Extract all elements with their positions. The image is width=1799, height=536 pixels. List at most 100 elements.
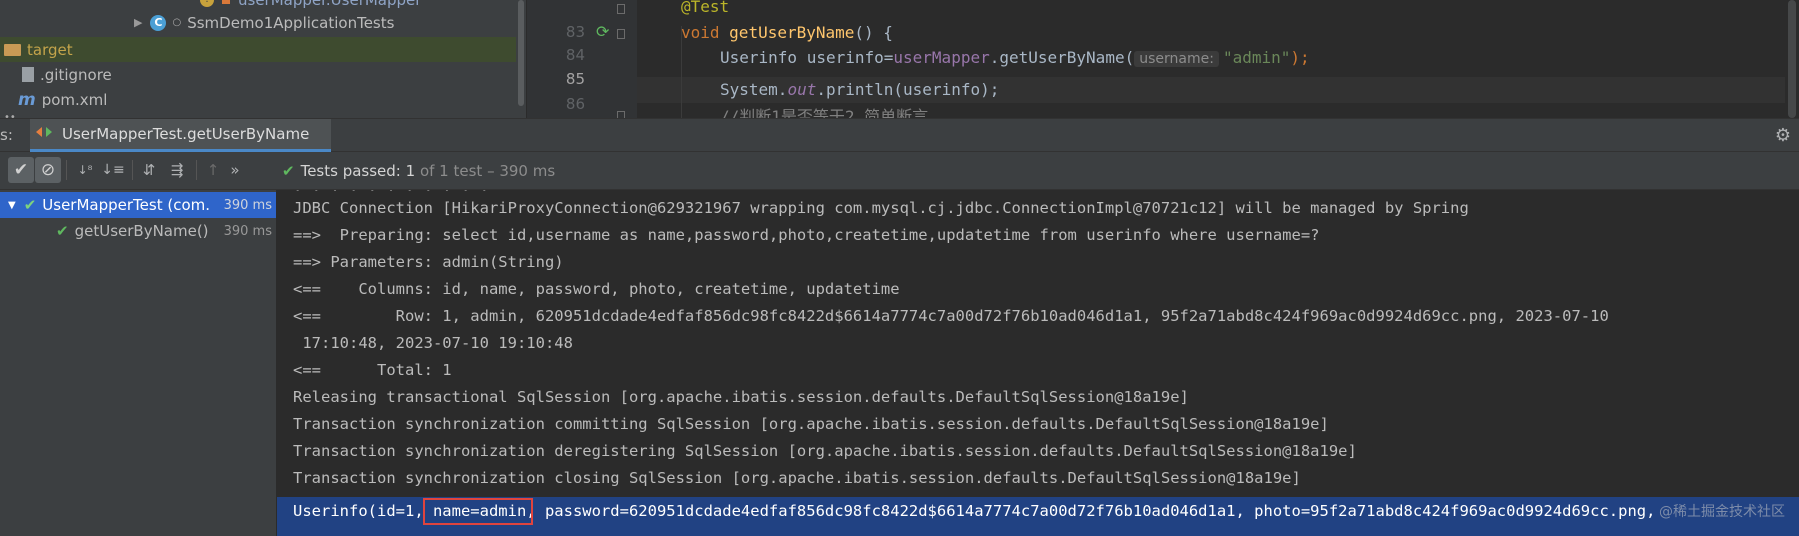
check-icon: ✔ [13, 160, 29, 180]
code-line-86: //判断1是否等于2 简单断言 [720, 104, 928, 118]
chevron-down-icon[interactable]: ▼ [8, 200, 16, 211]
code-text: System. [720, 80, 788, 99]
arrow-up-icon: ↑ [206, 161, 220, 179]
test-results-tree: ▼ ✔ UserMapperTest (com. 390 ms ✔ getUse… [0, 190, 276, 536]
chevron-right-icon[interactable]: ▶ [134, 16, 142, 29]
test-duration: 390 ms [223, 223, 272, 239]
fold-marker-icon[interactable] [617, 4, 625, 14]
code-field: out [787, 80, 817, 99]
maven-icon: m [18, 89, 36, 110]
expand-all-button[interactable]: ⇵ [136, 157, 162, 183]
tests-passed-label: Tests passed: 1 [300, 162, 416, 180]
console-line: Transaction synchronization deregisterin… [293, 442, 1357, 460]
console-line: ==> Preparing: select id,username as nam… [293, 226, 1320, 244]
console-line: ==> Parameters: admin(String) [293, 253, 564, 271]
project-tree-panel: ! userMapper.UserMapper ▶ C ○ SsmDemo1Ap… [0, 0, 526, 118]
code-string: "admin" [1222, 48, 1291, 67]
fold-marker-icon[interactable] [617, 111, 625, 118]
test-tree-label: UserMapperTest (com. [42, 196, 211, 214]
run-config-icon [36, 125, 54, 143]
expand-all-icon: ⇵ [142, 161, 156, 179]
check-icon: ✔ [23, 196, 37, 214]
console-line: <== Row: 1, admin, 620951dcdade4edfaf856… [293, 307, 1609, 325]
test-tree-label: getUserByName() [74, 222, 209, 240]
ignored-icon: ⊘ [40, 160, 56, 180]
selection-highlight [277, 524, 1057, 536]
code-comment: //判断1是否等于2 简单断言 [720, 107, 929, 118]
gear-icon[interactable]: ⚙ [1775, 125, 1791, 146]
test-duration: 390 ms [223, 197, 272, 213]
tree-item-ssmdemo1applicationtests[interactable]: ▶ C ○ SsmDemo1ApplicationTests [0, 10, 526, 35]
line-number: 84 [565, 46, 585, 64]
code-field: userMapper [893, 48, 990, 67]
code-text: ); [1290, 48, 1310, 67]
code-method-name: getUserByName [729, 23, 855, 42]
tests-status: ✔ Tests passed: 1 of 1 test – 390 ms [282, 162, 555, 180]
console-line: JDBC Connection [HikariProxyConnection@6… [293, 199, 1469, 217]
code-line-85: System.out.println(userinfo); [720, 77, 999, 103]
test-tree-item-class[interactable]: ▼ ✔ UserMapperTest (com. 390 ms [0, 192, 276, 218]
show-passed-button[interactable]: ✔ [8, 157, 34, 183]
tree-item-label: .gitignore [40, 65, 112, 84]
sort-by-duration-button[interactable]: ↓≡ [100, 157, 126, 183]
run-tool-window-header: s: UserMapperTest.getUserByName ⚙ [0, 118, 1799, 152]
console-line: 17:10:48, 2023-07-10 19:10:48 [293, 334, 573, 352]
tree-item-target[interactable]: target [0, 37, 516, 62]
run-tab-title: UserMapperTest.getUserByName [62, 125, 310, 143]
code-annotation: @Test [681, 0, 730, 16]
show-ignored-button[interactable]: ⊘ [35, 157, 61, 183]
fold-marker-icon[interactable] [617, 29, 625, 39]
run-tab[interactable]: UserMapperTest.getUserByName [30, 119, 332, 152]
scroll-thumb[interactable] [518, 0, 524, 106]
console-line: <== Columns: id, name, password, photo, … [293, 280, 900, 298]
sort-duration-icon: ↓≡ [101, 162, 125, 178]
console-line: Transaction synchronization closing SqlS… [293, 469, 1301, 487]
info-icon: ! [200, 0, 214, 7]
parameter-hint: username: [1134, 51, 1219, 67]
console-line: <== Total: 1 [293, 361, 452, 379]
test-tree-item-method[interactable]: ✔ getUserByName() 390 ms [0, 218, 276, 244]
collapse-all-button[interactable]: ⇶ [164, 157, 190, 183]
project-scrollbar[interactable] [516, 0, 526, 118]
tree-item-gitignore[interactable]: .gitignore [0, 62, 526, 87]
toolbar-separator [132, 160, 133, 180]
collapse-all-icon: ⇶ [170, 161, 184, 179]
console-line: Transaction synchronization committing S… [293, 415, 1329, 433]
run-label: s: [0, 126, 13, 144]
code-text: .getUserByName( [989, 48, 1135, 67]
package-private-icon: ○ [172, 17, 182, 28]
watermark: @稀土掘金技术社区 [1659, 504, 1785, 520]
annotation-highlight-box [423, 498, 533, 525]
more-actions-button[interactable]: » [222, 157, 248, 183]
code-text: () { [854, 23, 893, 42]
file-icon [22, 67, 34, 82]
toolbar-separator [66, 160, 67, 180]
code-editor[interactable]: 83 84 85 86 ⟳ @Test void getUserByName()… [527, 0, 1799, 118]
editor-scrollbar[interactable] [1785, 0, 1799, 118]
code-line-83: void getUserByName() { [681, 20, 893, 46]
code-keyword: void [681, 23, 730, 42]
scroll-thumb[interactable] [1788, 0, 1796, 118]
run-test-icon[interactable]: ⟳ [596, 22, 609, 41]
chevron-double-right-icon: » [230, 161, 240, 179]
line-number: 86 [565, 95, 585, 113]
test-runner-toolbar: ✔ ⊘ ↓⁸ ↓≡ ⇵ ⇶ ↑ » ✔ Tests passed: 1 of 1 … [0, 152, 1799, 190]
tree-item-pom[interactable]: m pom.xml [0, 87, 526, 112]
tree-item-label: pom.xml [41, 90, 108, 109]
tests-detail: of 1 test – 390 ms [419, 162, 556, 180]
tree-item-label: userMapper.UserMapper [238, 0, 421, 9]
code-line-82: @Test [681, 0, 729, 20]
toolbar-separator [196, 160, 197, 180]
tree-item-label: target [27, 40, 73, 59]
console-line: Releasing transactional SqlSession [org.… [293, 388, 1189, 406]
code-text: .println(userinfo); [816, 80, 1000, 99]
check-icon: ✔ [282, 162, 295, 180]
tree-item-label: SsmDemo1ApplicationTests [187, 13, 395, 32]
test-class-icon: C [150, 14, 167, 31]
sort-alpha-icon: ↓⁸ [77, 163, 93, 177]
folder-icon [4, 43, 21, 56]
sort-alphabetically-button[interactable]: ↓⁸ [72, 157, 98, 183]
code-line-84: Userinfo userinfo=userMapper.getUserByNa… [720, 45, 1310, 71]
line-number: 83 [565, 23, 585, 41]
console-output[interactable]: . . . . . . . . . . . JDBC Connection [H… [277, 190, 1799, 536]
